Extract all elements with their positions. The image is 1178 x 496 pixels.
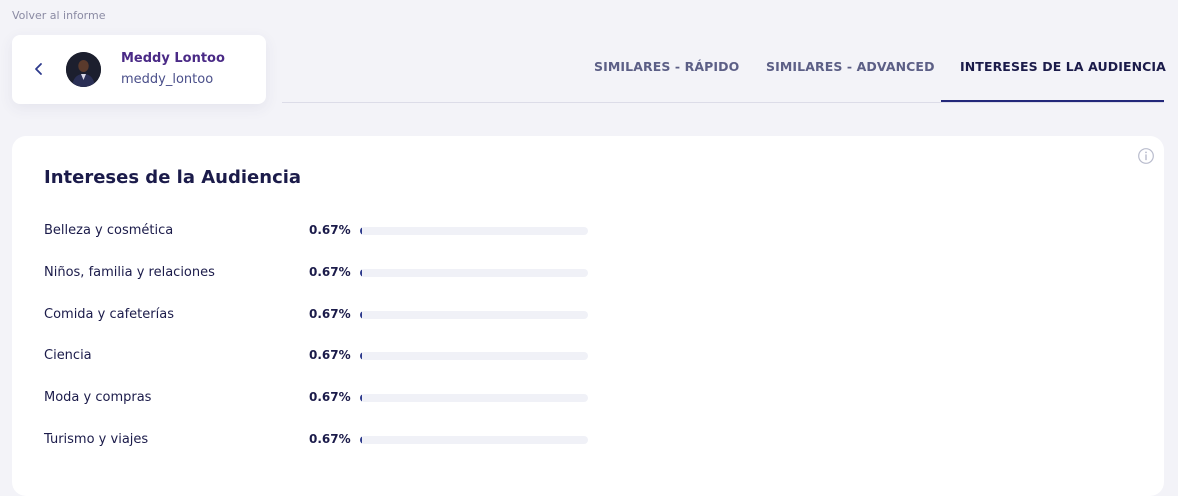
interest-percent: 0.67% bbox=[309, 432, 351, 446]
interest-bar-fill bbox=[360, 436, 362, 444]
interest-bar-fill bbox=[360, 352, 362, 360]
interest-percent: 0.67% bbox=[309, 307, 351, 321]
active-tab-indicator bbox=[941, 100, 1164, 102]
profile-name: Meddy Lontoo bbox=[121, 51, 225, 66]
tab-bar: SIMILARES - RÁPIDO SIMILARES - ADVANCED … bbox=[282, 44, 1166, 103]
interest-bar-fill bbox=[360, 269, 362, 277]
panel-title: Intereses de la Audiencia bbox=[44, 167, 302, 188]
interest-percent: 0.67% bbox=[309, 223, 351, 237]
interest-bar-track bbox=[360, 352, 588, 360]
interest-row: Turismo y viajes 0.67% bbox=[44, 432, 604, 452]
interest-row: Ciencia 0.67% bbox=[44, 348, 604, 368]
tab-similares-advanced[interactable]: SIMILARES - ADVANCED bbox=[766, 59, 935, 74]
interest-bar-track bbox=[360, 436, 588, 444]
interest-bar-fill bbox=[360, 227, 362, 235]
interest-label: Turismo y viajes bbox=[44, 432, 149, 447]
profile-handle: meddy_lontoo bbox=[121, 72, 214, 87]
interest-row: Moda y compras 0.67% bbox=[44, 390, 604, 410]
interest-label: Belleza y cosmética bbox=[44, 223, 174, 238]
interest-bar-fill bbox=[360, 311, 362, 319]
interest-percent: 0.67% bbox=[309, 390, 351, 404]
info-icon[interactable] bbox=[1137, 147, 1155, 165]
interest-row: Comida y cafeterías 0.67% bbox=[44, 307, 604, 327]
chevron-left-icon[interactable] bbox=[31, 59, 47, 79]
interest-percent: 0.67% bbox=[309, 265, 351, 279]
interest-row: Niños, familia y relaciones 0.67% bbox=[44, 265, 604, 285]
tab-similares-rapido[interactable]: SIMILARES - RÁPIDO bbox=[594, 59, 739, 74]
interest-bar-fill bbox=[360, 394, 362, 402]
interest-bar-track bbox=[360, 311, 588, 319]
back-to-report-link[interactable]: Volver al informe bbox=[12, 9, 106, 22]
interest-label: Comida y cafeterías bbox=[44, 307, 174, 322]
profile-card: Meddy Lontoo meddy_lontoo bbox=[12, 35, 266, 104]
interest-label: Niños, familia y relaciones bbox=[44, 265, 215, 280]
avatar bbox=[66, 52, 101, 87]
audience-interests-panel: Intereses de la Audiencia Belleza y cosm… bbox=[12, 136, 1164, 496]
interest-row: Belleza y cosmética 0.67% bbox=[44, 223, 604, 243]
interest-bar-track bbox=[360, 394, 588, 402]
interest-label: Ciencia bbox=[44, 348, 92, 363]
tab-intereses-audiencia[interactable]: INTERESES DE LA AUDIENCIA bbox=[960, 59, 1166, 74]
interest-bar-track bbox=[360, 227, 588, 235]
interest-bar-track bbox=[360, 269, 588, 277]
interest-percent: 0.67% bbox=[309, 348, 351, 362]
interest-label: Moda y compras bbox=[44, 390, 152, 405]
